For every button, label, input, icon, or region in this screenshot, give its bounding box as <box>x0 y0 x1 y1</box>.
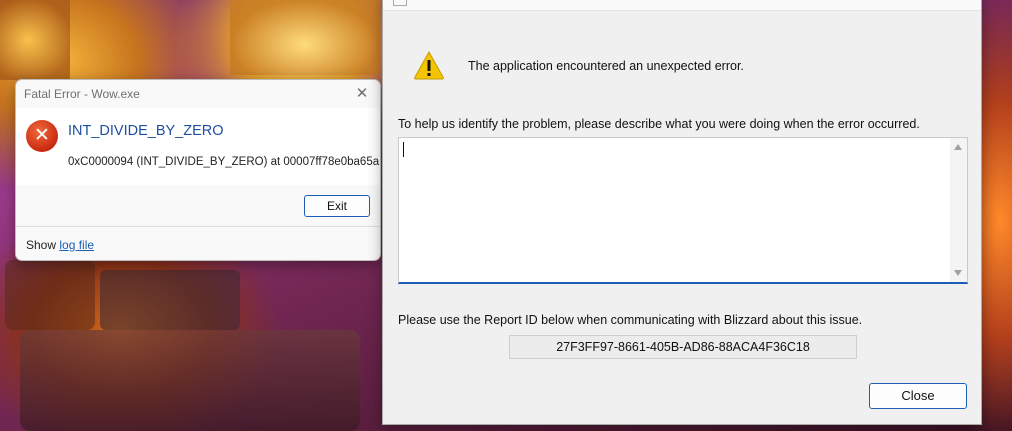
exit-button[interactable]: Exit <box>304 195 370 217</box>
warning-triangle-icon <box>414 50 444 80</box>
close-button[interactable]: Close <box>869 383 967 409</box>
close-icon[interactable]: ✕ <box>353 85 371 103</box>
fatal-error-footer: Show log file <box>26 238 94 252</box>
description-prompt: To help us identify the problem, please … <box>398 117 920 131</box>
fatal-error-actions: Exit <box>16 185 380 227</box>
report-id-label: Please use the Report ID below when comm… <box>398 313 863 327</box>
report-id-field[interactable]: 27F3FF97-8661-405B-AD86-88ACA4F36C18 <box>509 335 857 359</box>
footer-show-label: Show <box>26 238 60 252</box>
scroll-down-arrow-icon[interactable] <box>954 270 962 276</box>
fatal-error-dialog: Fatal Error - Wow.exe ✕ ✕ INT_DIVIDE_BY_… <box>15 79 381 261</box>
fatal-error-title: Fatal Error - Wow.exe <box>24 87 140 101</box>
fatal-error-titlebar: Fatal Error - Wow.exe ✕ <box>16 80 380 108</box>
crash-report-dialog: The application encountered an unexpecte… <box>382 0 982 425</box>
scroll-up-arrow-icon[interactable] <box>954 144 962 150</box>
log-file-link[interactable]: log file <box>59 238 94 252</box>
text-caret <box>403 142 404 157</box>
error-detail: 0xC0000094 (INT_DIVIDE_BY_ZERO) at 00007… <box>68 156 380 168</box>
description-textarea[interactable] <box>398 137 968 284</box>
fatal-error-body: ✕ INT_DIVIDE_BY_ZERO 0xC0000094 (INT_DIV… <box>16 108 380 185</box>
report-titlebar <box>383 0 981 11</box>
error-heading: INT_DIVIDE_BY_ZERO <box>68 123 224 139</box>
window-icon <box>393 0 407 6</box>
error-x-icon: ✕ <box>26 120 58 152</box>
description-scrollbar[interactable] <box>950 138 967 282</box>
error-message: The application encountered an unexpecte… <box>468 59 744 73</box>
